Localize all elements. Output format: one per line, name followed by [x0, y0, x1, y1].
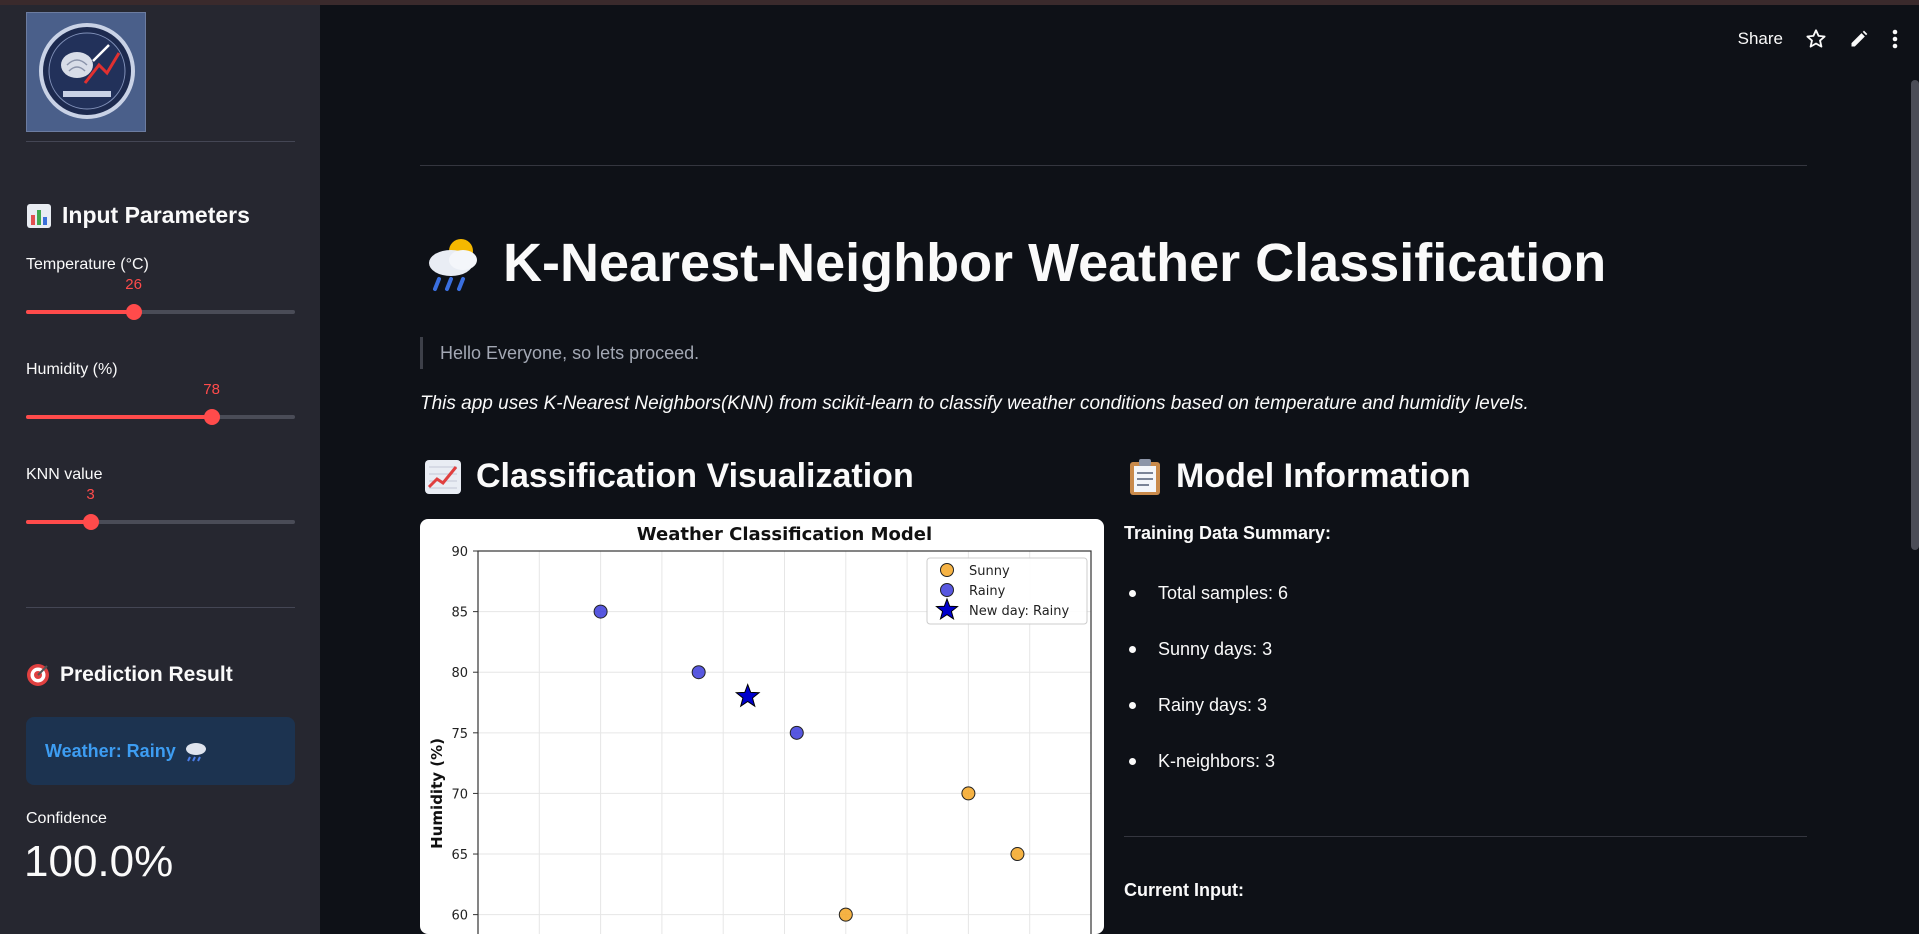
app-toolbar: Share [1738, 28, 1899, 50]
target-icon [27, 664, 49, 686]
legend-label: Rainy [969, 584, 1006, 599]
input-parameters-label: Input Parameters [62, 202, 250, 228]
knn-slider-label: KNN value [26, 466, 103, 483]
sidebar: Input Parameters Temperature (°C) 26 Hum… [0, 5, 320, 934]
y-tick-label: 90 [451, 545, 468, 560]
classification-visualization-label: Classification Visualization [476, 457, 914, 495]
clipboard-icon [1130, 458, 1160, 495]
greeting-quote: Hello Everyone, so lets proceed. [420, 337, 699, 369]
humidity-slider[interactable]: 78 [26, 381, 295, 429]
prediction-box: Weather: Rainy [26, 717, 295, 785]
rainy-point [691, 665, 706, 680]
edit-pencil-icon[interactable] [1849, 29, 1869, 49]
knn-slider-thumb[interactable] [82, 514, 99, 530]
prediction-text: Weather: Rainy [45, 740, 176, 761]
rainy-point [593, 604, 608, 619]
humidity-slider-label: Humidity (%) [26, 361, 118, 378]
y-tick-label: 75 [451, 727, 468, 742]
star-icon[interactable] [1805, 28, 1827, 50]
model-info-divider [1124, 836, 1807, 837]
input-parameters-heading: Input Parameters [26, 202, 250, 229]
legend-marker [940, 583, 954, 597]
list-item: Total samples: 6 [1124, 565, 1288, 621]
sidebar-divider [26, 141, 295, 142]
humidity-slider-value: 78 [203, 381, 220, 398]
legend-label: Sunny [969, 564, 1010, 579]
sunny-point [1010, 847, 1025, 862]
humidity-slider-thumb[interactable] [203, 409, 220, 425]
rainy-point [789, 725, 804, 740]
prediction-result-label: Prediction Result [60, 663, 233, 686]
sunny-point [838, 907, 853, 922]
main-divider [420, 165, 1807, 166]
legend-label: New day: Rainy [969, 604, 1070, 619]
new-day-star-point [734, 683, 761, 708]
bar-chart-icon [27, 203, 51, 228]
page-title-text: K-Nearest-Neighbor Weather Classificatio… [503, 233, 1607, 293]
scatter-plot: 90 85 80 75 70 65 60 Weather Classification Mod… [428, 524, 1092, 934]
model-information-label: Model Information [1176, 457, 1471, 495]
y-axis-label: Humidity (%) [428, 738, 446, 849]
page-title: K-Nearest-Neighbor Weather Classificatio… [425, 232, 1606, 294]
y-tick-label: 80 [451, 666, 468, 681]
y-tick-label: 60 [451, 909, 468, 924]
confidence-label: Confidence [26, 810, 107, 827]
legend-marker [940, 563, 954, 577]
y-tick-label: 70 [451, 787, 468, 802]
temperature-slider[interactable]: 26 [26, 276, 295, 324]
list-item: Rainy days: 3 [1124, 677, 1288, 733]
share-button[interactable]: Share [1738, 29, 1783, 49]
y-tick-label: 85 [451, 606, 468, 621]
training-summary-list: Total samples: 6 Sunny days: 3 Rainy day… [1124, 565, 1288, 789]
model-information-heading: Model Information [1128, 457, 1471, 496]
temperature-slider-thumb[interactable] [125, 304, 142, 320]
chart-increasing-icon [425, 459, 461, 494]
chart-title: Weather Classification Model [637, 524, 932, 545]
app-logo [26, 12, 146, 132]
sidebar-divider [26, 607, 295, 608]
list-item: K-neighbors: 3 [1124, 733, 1288, 789]
list-item: Sunny days: 3 [1124, 621, 1288, 677]
training-summary-label: Training Data Summary: [1124, 523, 1332, 543]
y-tick-label: 65 [451, 848, 468, 863]
confidence-value: 100.0% [24, 837, 174, 886]
more-options-icon[interactable] [1891, 28, 1899, 50]
temperature-slider-label: Temperature (°C) [26, 256, 149, 273]
classification-chart: 90 85 80 75 70 65 60 Weather Classification Mod… [420, 519, 1104, 934]
current-input-label: Current Input: [1124, 880, 1244, 900]
app-description: This app uses K-Nearest Neighbors(KNN) f… [420, 393, 1529, 414]
classification-visualization-heading: Classification Visualization [424, 457, 914, 496]
main-scrollbar[interactable] [1911, 80, 1919, 550]
knn-slider-value: 3 [86, 486, 95, 503]
prediction-result-heading: Prediction Result [26, 663, 233, 687]
sunny-point [961, 786, 976, 801]
rain-cloud-icon [185, 743, 206, 762]
temperature-slider-value: 26 [125, 276, 142, 293]
knn-slider[interactable]: 3 [26, 486, 295, 534]
cloud-sun-rain-icon [429, 239, 477, 291]
